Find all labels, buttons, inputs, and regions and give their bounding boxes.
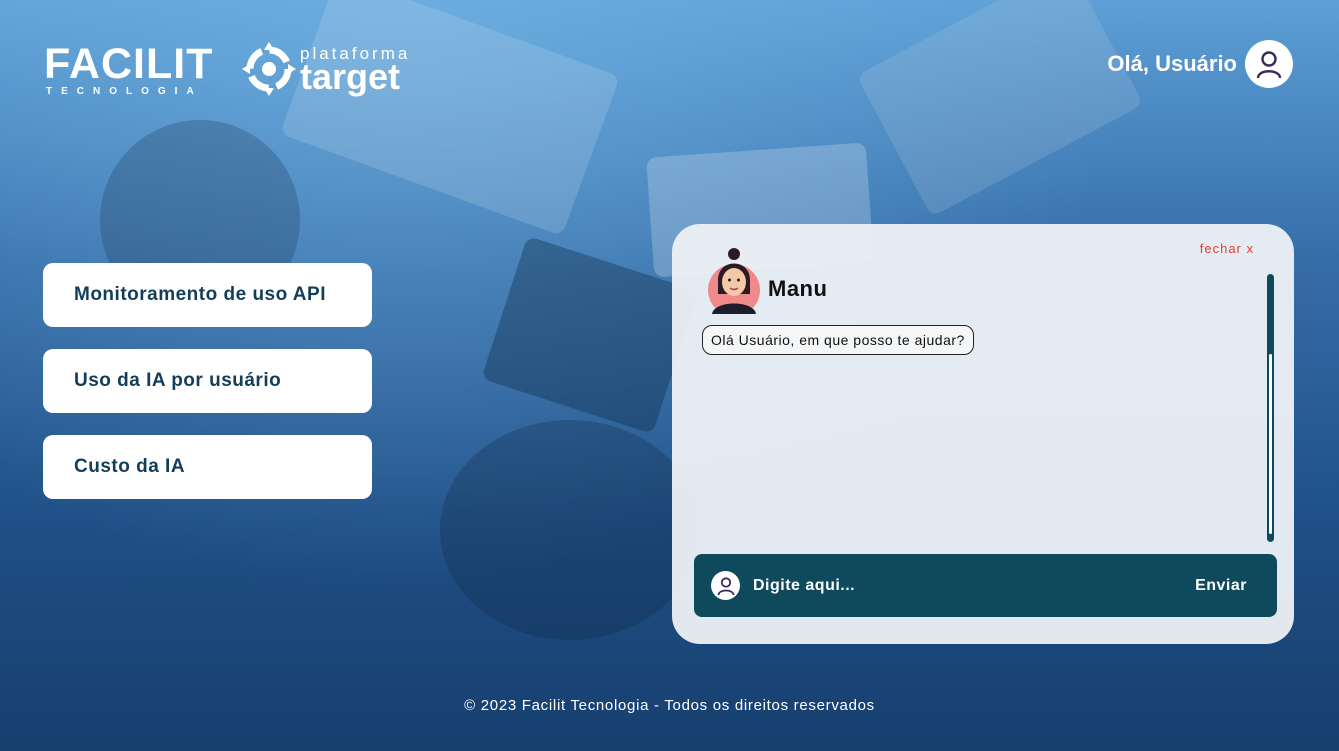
menu-button-ai-usage-by-user[interactable]: Uso da IA por usuário	[43, 349, 372, 413]
chat-panel: fechar x Manu Olá Usuário, em que posso …	[672, 224, 1294, 644]
menu-button-api-monitoring[interactable]: Monitoramento de uso API	[43, 263, 372, 327]
footer-copyright: © 2023 Facilit Tecnologia - Todos os dir…	[464, 697, 875, 714]
close-chat-button[interactable]: fechar x	[1200, 241, 1254, 256]
target-logo: plataforma target	[240, 40, 410, 103]
user-menu[interactable]: Olá, Usuário	[1107, 40, 1293, 88]
input-user-icon	[711, 571, 740, 600]
bot-name: Manu	[768, 276, 828, 301]
background-laptop	[279, 0, 621, 237]
product-name: target	[300, 55, 401, 97]
chat-input-bar: Enviar	[694, 554, 1277, 617]
send-button[interactable]: Enviar	[1195, 577, 1247, 595]
menu-button-ai-cost[interactable]: Custo da IA	[43, 435, 372, 499]
background-person-2	[440, 420, 700, 640]
chat-scrollbar-thumb[interactable]	[1269, 354, 1272, 534]
facilit-logo: FACILIT TECNOLOGIA	[44, 42, 213, 97]
chat-message-bubble: Olá Usuário, em que posso te ajudar?	[702, 325, 974, 355]
chat-message-input[interactable]	[751, 575, 1196, 596]
background-notebook	[856, 0, 1144, 217]
target-logo-icon	[240, 40, 298, 103]
bot-avatar-icon	[706, 244, 762, 316]
user-avatar-icon[interactable]	[1245, 40, 1293, 88]
user-greeting: Olá, Usuário	[1107, 51, 1237, 76]
brand-name: FACILIT	[44, 40, 214, 88]
brand-subtitle: TECNOLOGIA	[46, 86, 203, 97]
